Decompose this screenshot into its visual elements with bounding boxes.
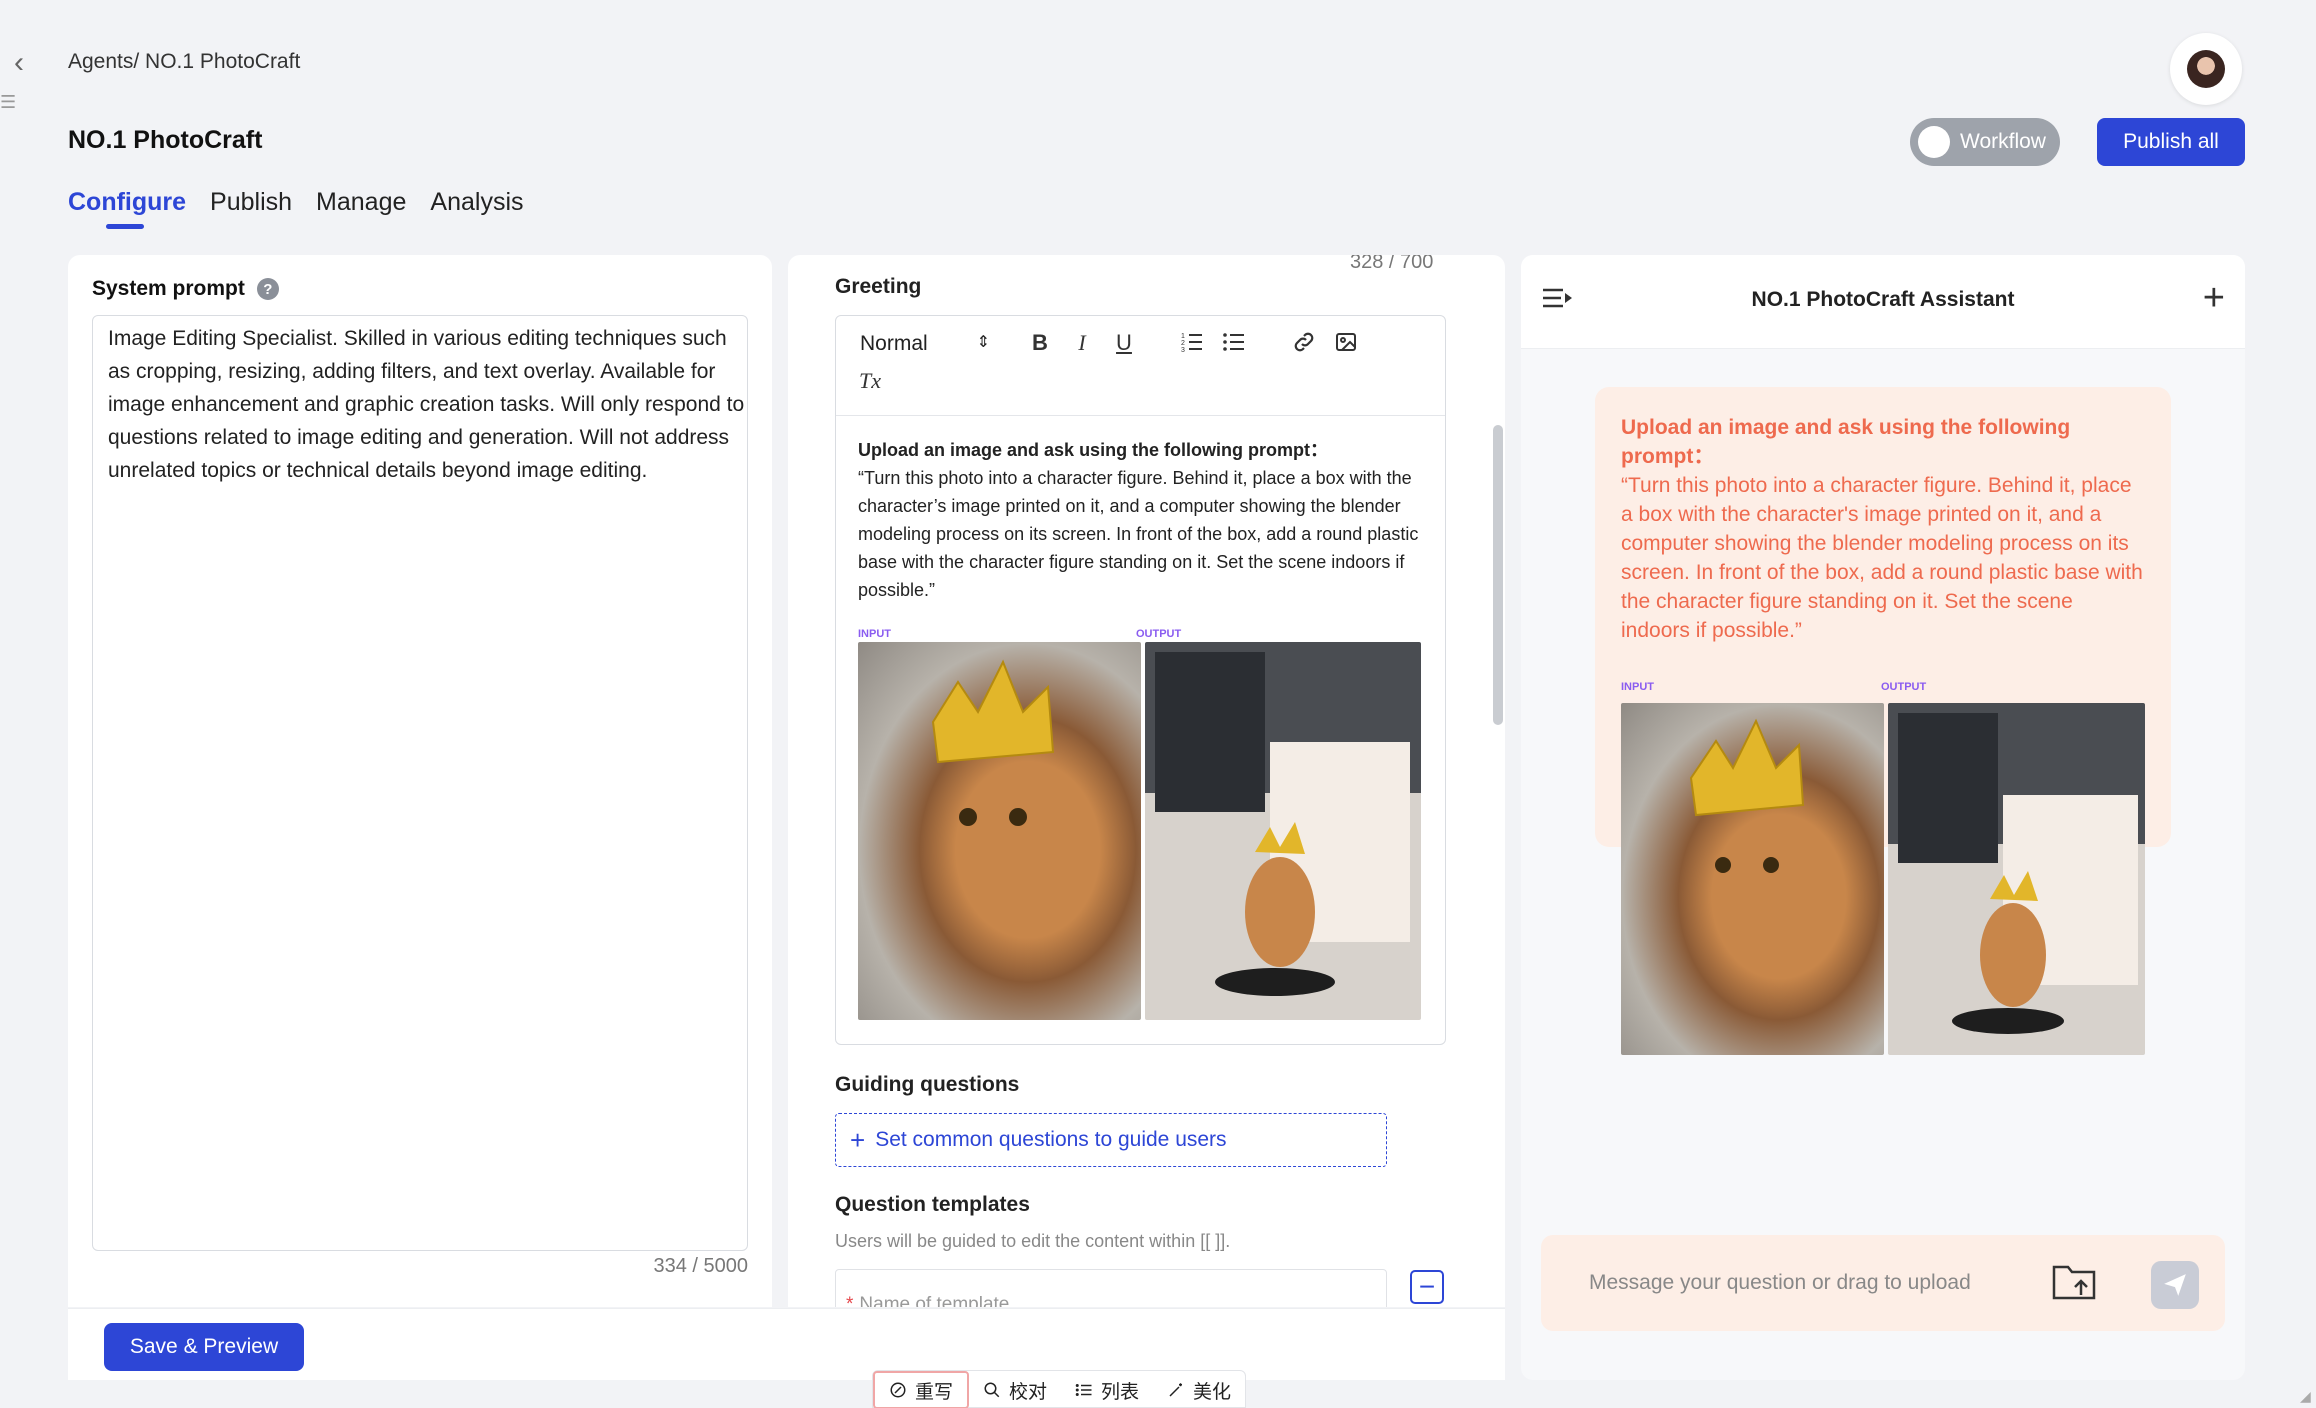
tab-manage[interactable]: Manage	[316, 188, 406, 229]
guiding-questions-button-label: Set common questions to guide users	[875, 1128, 1227, 1151]
system-prompt-panel: System prompt ? Image Editing Specialist…	[68, 255, 772, 1307]
format-select-value: Normal	[860, 332, 928, 355]
editor-content[interactable]: Upload an image and ask using the follow…	[836, 416, 1445, 1020]
plus-icon: +	[850, 1124, 866, 1155]
ai-tools-bar: 重写 校对 列表 美化	[872, 1370, 1247, 1408]
list-icon	[1075, 1384, 1092, 1396]
remove-template-button[interactable]: −	[1410, 1270, 1444, 1304]
preview-panel: NO.1 PhotoCraft Assistant + Upload an im…	[1521, 255, 2245, 1380]
magic-wand-icon	[1169, 1383, 1183, 1397]
greeting-label: Greeting	[835, 275, 922, 298]
tab-analysis[interactable]: Analysis	[430, 188, 523, 229]
sidebar-handle-icon[interactable]: ☰	[0, 92, 16, 120]
system-prompt-title: System prompt	[92, 277, 245, 300]
set-guiding-questions-button[interactable]: + Set common questions to guide users	[835, 1113, 1387, 1167]
tab-bar: Configure Publish Manage Analysis	[68, 188, 524, 229]
bottom-action-bar: Save & Preview	[68, 1308, 1505, 1380]
greeting-editor[interactable]: Normal ⇕ B I U 123 Tx Upload an image an…	[835, 315, 1446, 1045]
svg-text:2: 2	[1181, 340, 1185, 347]
svg-text:1: 1	[1181, 333, 1185, 340]
rewrite-icon	[890, 1382, 906, 1398]
system-prompt-label: System prompt ?	[92, 277, 279, 301]
workflow-label: Workflow	[1960, 130, 2046, 153]
template-name-input[interactable]: * Name of template	[835, 1269, 1387, 1307]
system-prompt-textarea[interactable]: Image Editing Specialist. Skilled in var…	[92, 315, 748, 1251]
breadcrumb[interactable]: Agents/ NO.1 PhotoCraft	[68, 50, 300, 74]
io-labels: INPUT OUTPUT	[858, 614, 1423, 640]
bubble-images	[1621, 703, 2145, 1055]
send-button[interactable]	[2151, 1261, 2199, 1309]
bullet-list-icon[interactable]	[1220, 330, 1248, 360]
ai-rewrite-label: 重写	[915, 1381, 954, 1403]
underline-icon[interactable]: U	[1110, 330, 1138, 356]
workflow-toggle[interactable]: Workflow	[1910, 118, 2060, 166]
system-prompt-char-count: 334 / 5000	[653, 1255, 748, 1277]
new-chat-plus-icon[interactable]: +	[2203, 277, 2225, 320]
back-arrow-icon[interactable]: ‹	[14, 48, 40, 78]
preview-title: NO.1 PhotoCraft Assistant	[1751, 288, 2015, 311]
scrollbar[interactable]	[1493, 425, 1503, 725]
template-name-placeholder: Name of template	[859, 1294, 1010, 1307]
greeting-char-count: 328 / 700	[1350, 255, 1434, 273]
ai-beautify-button[interactable]: 美化	[1153, 1371, 1245, 1408]
output-figure-photo	[1145, 642, 1421, 1020]
assistant-message-body: “Turn this photo into a character figure…	[1621, 474, 2143, 642]
ordered-list-icon[interactable]: 123	[1178, 330, 1206, 360]
ai-rewrite-button[interactable]: 重写	[873, 1371, 970, 1408]
editor-toolbar: Normal ⇕ B I U 123 Tx	[836, 316, 1445, 416]
app-root: ‹ ☰ Agents/ NO.1 PhotoCraft NO.1 PhotoCr…	[0, 0, 2316, 1408]
send-icon	[2164, 1274, 2186, 1296]
link-icon[interactable]	[1290, 330, 1318, 360]
ai-list-label: 列表	[1101, 1381, 1140, 1403]
resize-handle-icon[interactable]: ◢	[2300, 1388, 2311, 1405]
publish-all-button[interactable]: Publish all	[2097, 118, 2245, 166]
clear-format-icon[interactable]: Tx	[856, 368, 884, 394]
ai-proofread-label: 校对	[1009, 1381, 1048, 1403]
message-input[interactable]: Message your question or drag to upload	[1589, 1271, 1971, 1295]
ai-list-button[interactable]: 列表	[1061, 1371, 1153, 1408]
assistant-message-lead: Upload an image and ask using the follow…	[1621, 416, 2071, 468]
greeting-panel: 328 / 700 Greeting Normal ⇕ B I U 123 Tx…	[788, 255, 1505, 1307]
toggle-knob	[1918, 126, 1950, 158]
bubble-io-labels: INPUT OUTPUT	[1621, 675, 2145, 699]
format-select[interactable]: Normal ⇕	[860, 332, 990, 356]
ai-beautify-label: 美化	[1193, 1381, 1232, 1403]
question-templates-label: Question templates	[835, 1193, 1030, 1216]
page-title: NO.1 PhotoCraft	[68, 126, 263, 154]
save-preview-button[interactable]: Save & Preview	[104, 1323, 304, 1371]
input-cat-photo	[858, 642, 1141, 1020]
search-icon	[984, 1382, 1000, 1398]
folder-upload-icon[interactable]	[2051, 1261, 2097, 1301]
ai-proofread-button[interactable]: 校对	[969, 1371, 1061, 1408]
help-icon[interactable]: ?	[256, 278, 279, 300]
guiding-questions-label: Guiding questions	[835, 1073, 1020, 1096]
svg-text:3: 3	[1181, 347, 1185, 354]
image-icon[interactable]	[1332, 330, 1360, 360]
greeting-lead-text: Upload an image and ask using the follow…	[858, 440, 1329, 460]
tab-configure[interactable]: Configure	[68, 188, 186, 229]
bubble-input-label: INPUT	[1621, 681, 1654, 693]
bubble-output-label: OUTPUT	[1881, 681, 1927, 693]
italic-icon[interactable]: I	[1068, 330, 1096, 356]
message-composer: Message your question or drag to upload	[1541, 1235, 2225, 1331]
preview-header: NO.1 PhotoCraft Assistant +	[1521, 255, 2245, 349]
example-images	[858, 642, 1423, 1020]
assistant-message-text: Upload an image and ask using the follow…	[1621, 413, 2145, 645]
assistant-message-bubble: Upload an image and ask using the follow…	[1595, 387, 2171, 1055]
avatar[interactable]	[2170, 33, 2242, 105]
bold-icon[interactable]: B	[1026, 330, 1054, 356]
select-arrows-icon: ⇕	[976, 334, 990, 351]
bubble-input-photo	[1621, 703, 1884, 1055]
avatar-image	[2187, 50, 2225, 88]
question-templates-hint: Users will be guided to edit the content…	[835, 1231, 1231, 1251]
tab-publish[interactable]: Publish	[210, 188, 292, 229]
bubble-output-photo	[1887, 703, 2145, 1055]
required-mark: *	[846, 1294, 854, 1307]
greeting-body-text: “Turn this photo into a character figure…	[858, 468, 1419, 600]
